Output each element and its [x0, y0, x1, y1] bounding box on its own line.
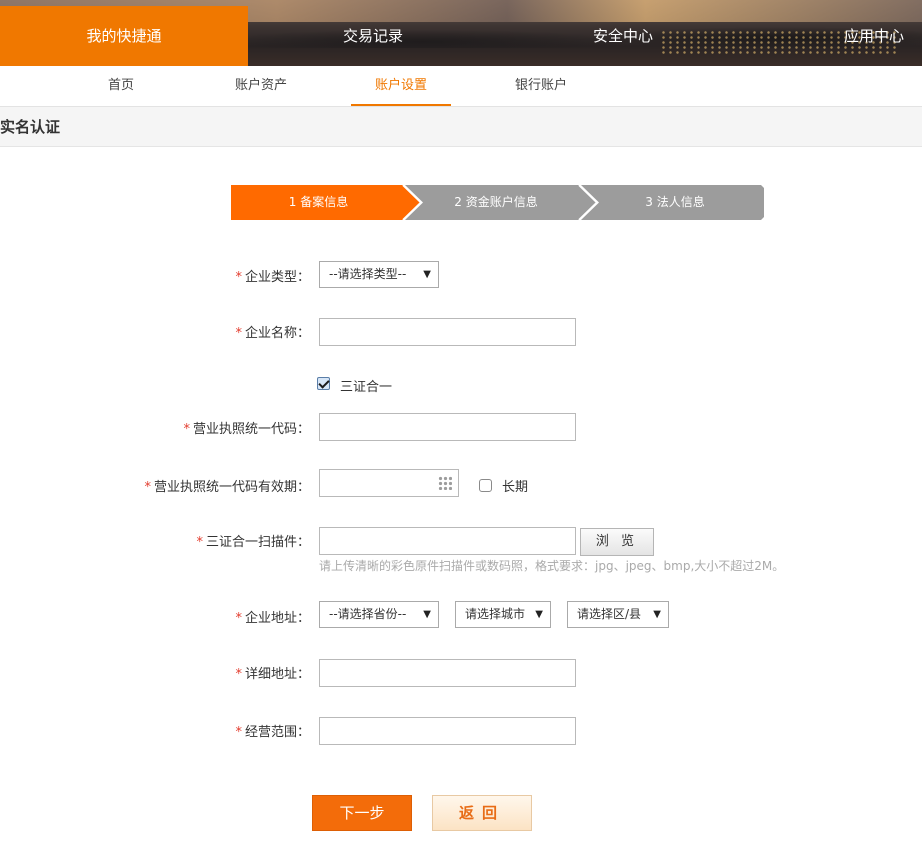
company-name-input[interactable] [319, 318, 576, 346]
dropdown-arrow-icon: ▼ [423, 609, 431, 620]
address-label-text: 企业地址： [244, 611, 310, 626]
required-mark: * [235, 725, 242, 740]
three-in-one-label: 三证合一 [340, 380, 393, 395]
sub-nav-item-home[interactable]: 首页 [71, 66, 171, 106]
top-nav-item-transactions[interactable]: 交易记录 [248, 6, 498, 66]
long-term-label: 长期 [502, 480, 529, 495]
sub-nav-item-bank[interactable]: 银行账户 [491, 66, 591, 106]
step-3-label: 3 法人信息 [645, 195, 705, 209]
long-term-checkbox[interactable] [479, 479, 492, 492]
company-type-label-text: 企业类型： [244, 270, 310, 285]
company-name-label: * 企业名称： [0, 322, 310, 341]
scan-label-text: 三证合一扫描件： [205, 535, 310, 550]
province-selected: --请选择省份-- [329, 607, 407, 621]
step-2-label: 2 资金账户信息 [454, 195, 538, 209]
district-select[interactable]: 请选择区/县 ▼ [567, 601, 669, 628]
business-scope-label: * 经营范围： [0, 721, 310, 740]
company-type-selected: --请选择类型-- [329, 267, 407, 281]
company-type-select[interactable]: --请选择类型-- ▼ [319, 261, 439, 288]
step-1-label: 1 备案信息 [288, 195, 349, 209]
business-scope-input[interactable] [319, 717, 576, 745]
company-name-label-text: 企业名称： [244, 326, 310, 341]
step-progress: 1 备案信息 2 资金账户信息 3 法人信息 [231, 185, 764, 220]
city-selected: 请选择城市 [465, 607, 526, 621]
required-mark: * [183, 422, 190, 437]
calendar-icon[interactable] [438, 476, 452, 490]
sub-nav-item-settings[interactable]: 账户设置 [351, 66, 451, 106]
next-step-button[interactable]: 下一步 [312, 795, 412, 831]
license-code-label: * 营业执照统一代码： [0, 418, 310, 437]
business-scope-label-text: 经营范围： [244, 725, 310, 740]
browse-button[interactable]: 浏 览 [580, 528, 654, 556]
address-label: * 企业地址： [0, 607, 310, 626]
scan-label: * 三证合一扫描件： [0, 531, 310, 550]
district-selected: 请选择区/县 [577, 607, 642, 621]
required-mark: * [235, 326, 242, 341]
required-mark: * [235, 611, 242, 626]
scan-file-input[interactable] [319, 527, 576, 555]
sub-nav: 首页 账户资产 账户设置 银行账户 [0, 66, 922, 107]
required-mark: * [144, 480, 151, 495]
three-in-one-checkbox[interactable] [317, 377, 330, 390]
province-select[interactable]: --请选择省份-- ▼ [319, 601, 439, 628]
detail-address-label-text: 详细地址： [244, 667, 310, 682]
required-mark: * [196, 535, 203, 550]
sub-nav-item-assets[interactable]: 账户资产 [211, 66, 311, 106]
license-code-label-text: 营业执照统一代码： [192, 422, 310, 437]
detail-address-input[interactable] [319, 659, 576, 687]
page-title: 实名认证 [0, 118, 61, 136]
dropdown-arrow-icon: ▼ [653, 609, 661, 620]
license-valid-label: * 营业执照统一代码有效期： [0, 476, 310, 495]
top-nav-item-security[interactable]: 安全中心 [498, 6, 748, 66]
back-button[interactable]: 返回 [432, 795, 532, 831]
top-nav-item-quickpay[interactable]: 我的快捷通 [0, 6, 248, 66]
dropdown-arrow-icon: ▼ [423, 269, 431, 280]
company-type-label: * 企业类型： [0, 266, 310, 285]
top-nav-item-apps[interactable]: 应用中心 [748, 6, 922, 66]
city-select[interactable]: 请选择城市 ▼ [455, 601, 551, 628]
detail-address-label: * 详细地址： [0, 663, 310, 682]
section-header: 实名认证 [0, 107, 922, 147]
license-code-input[interactable] [319, 413, 576, 441]
license-valid-label-text: 营业执照统一代码有效期： [153, 480, 310, 495]
scan-hint: 请上传清晰的彩色原件扫描件或数码照，格式要求：jpg、jpeg、bmp,大小不超… [319, 559, 785, 573]
required-mark: * [235, 667, 242, 682]
dropdown-arrow-icon: ▼ [535, 609, 543, 620]
required-mark: * [235, 270, 242, 285]
